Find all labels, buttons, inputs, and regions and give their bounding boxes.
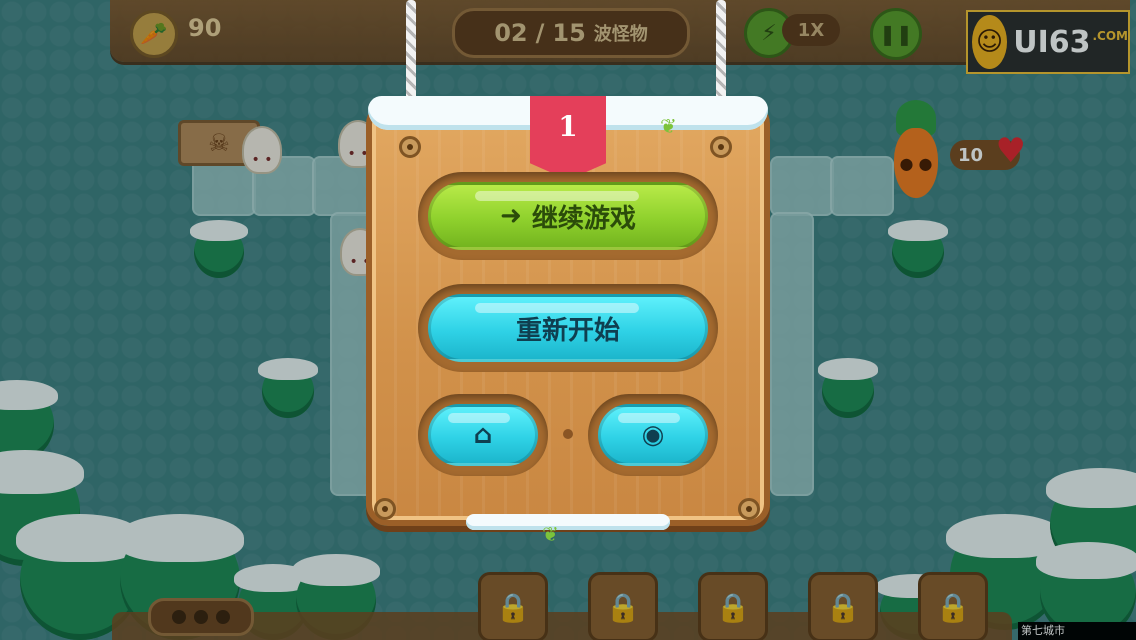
button-shine bbox=[447, 413, 511, 423]
bolt bbox=[399, 136, 421, 158]
button-shine bbox=[474, 191, 640, 201]
bolt bbox=[374, 498, 396, 520]
restart-game-button[interactable]: 重新开始 bbox=[428, 294, 708, 362]
leaf-icon: ❦ bbox=[660, 114, 677, 138]
weibo-share-button[interactable]: ◉ bbox=[598, 404, 708, 466]
continue-game-label: 继续游戏 bbox=[531, 203, 636, 234]
level-badge-number: 1 bbox=[558, 110, 578, 143]
button-shine bbox=[474, 303, 640, 313]
separator-dot bbox=[563, 429, 573, 439]
button-shine bbox=[617, 413, 681, 423]
bolt bbox=[738, 498, 760, 520]
home-icon: ⌂ bbox=[473, 420, 493, 450]
snow-cap-bottom bbox=[466, 514, 670, 530]
weibo-icon: ◉ bbox=[641, 420, 665, 450]
level-ribbon: 1 bbox=[530, 96, 606, 180]
bolt bbox=[710, 136, 732, 158]
restart-game-label: 重新开始 bbox=[515, 315, 620, 346]
home-button[interactable]: ⌂ bbox=[428, 404, 538, 466]
arrow-right-icon: ➜ bbox=[500, 201, 522, 231]
continue-game-button[interactable]: ➜ 继续游戏 bbox=[428, 182, 708, 250]
leaf-icon: ❦ bbox=[542, 522, 559, 546]
